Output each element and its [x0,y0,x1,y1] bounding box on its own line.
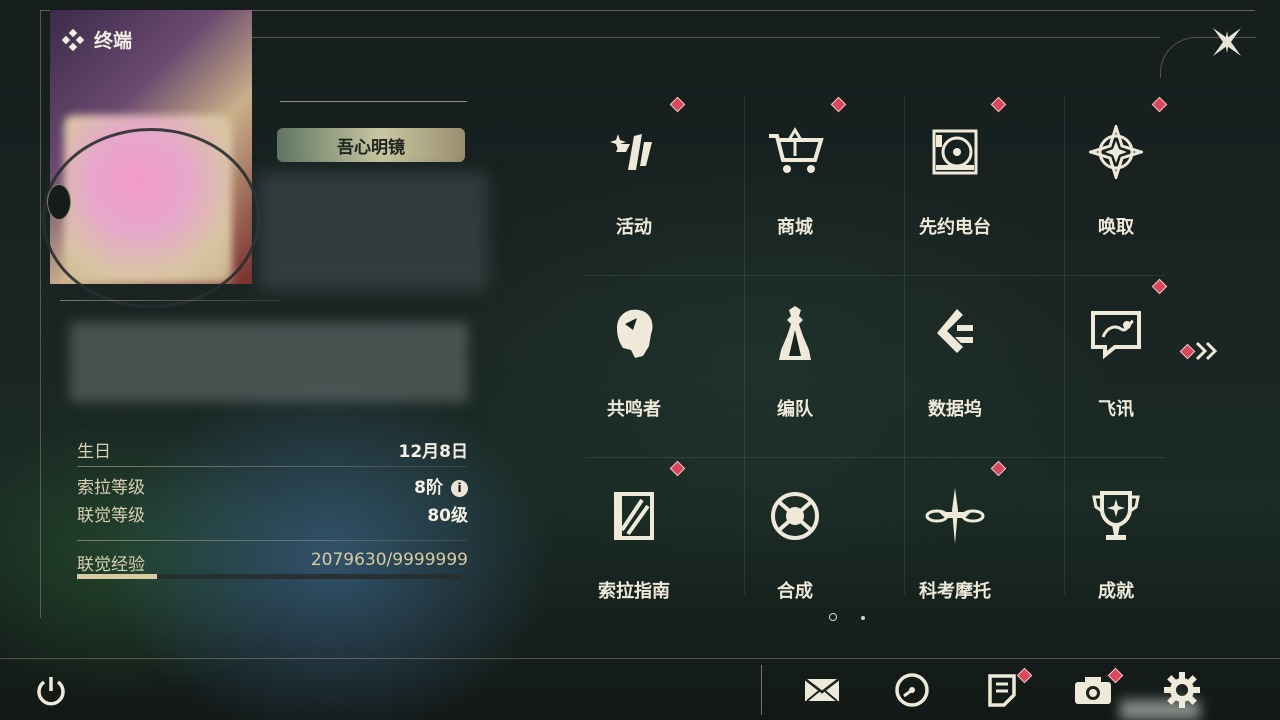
notice-icon [988,674,1016,707]
guidebook-icon [604,486,664,546]
avatar-edit-badge[interactable] [47,184,71,220]
menu-item-event[interactable]: 活动 [554,96,714,280]
sola-level-value: 8阶 [414,478,443,498]
info-icon[interactable]: i [451,479,468,497]
radio-vinyl-icon [925,122,985,182]
redacted-player-name [258,172,488,290]
camera-button[interactable] [1072,667,1124,712]
double-chevron-right-icon [1195,341,1218,361]
page-indicator-active[interactable] [829,613,837,621]
timeline-button[interactable] [891,668,933,712]
menu-item-radio[interactable]: 先约电台 [875,96,1035,280]
mail-icon [804,678,840,702]
camera-icon [1075,677,1111,704]
menu-item-resonators[interactable]: 共鸣者 [554,292,714,462]
bottom-bar-divider [761,665,762,715]
menu-item-label: 商城 [777,217,813,238]
next-page-button[interactable] [1179,340,1222,362]
menu-item-team[interactable]: 编队 [715,292,875,462]
notification-badge [990,96,1007,113]
menu-item-databank[interactable]: 数据坞 [875,292,1035,462]
menu-item-label: 活动 [616,217,652,238]
notification-badge [1179,343,1196,359]
event-icon [604,122,664,182]
power-icon [37,677,65,706]
shop-cart-icon [765,122,825,182]
notification-badge [669,460,686,477]
motorcycle-icon [925,486,985,546]
name-plate[interactable]: 吾心明镜 [277,128,465,162]
redacted-signature [70,322,468,402]
union-exp-value: 2079630/9999999 [310,550,468,570]
notification-badge [990,460,1007,477]
synthesis-icon [765,486,825,546]
convene-star-icon [1086,122,1146,182]
power-button[interactable] [32,672,70,710]
notification-badge [1151,278,1168,295]
menu-item-convene[interactable]: 唤取 [1036,96,1196,280]
notification-badge [830,96,847,113]
clock-icon [895,673,929,707]
info-divider [77,540,467,541]
menu-item-label: 合成 [777,581,813,602]
menu-item-label: 唤取 [1098,217,1134,238]
menu-item-label: 科考摩托 [919,581,991,602]
menu-item-synthesis[interactable]: 合成 [715,474,875,644]
menu-item-guidebook[interactable]: 索拉指南 [554,460,714,644]
menu-item-messages[interactable]: 飞讯 [1036,278,1196,462]
notice-button[interactable] [981,667,1033,712]
diamond-cluster-icon [62,28,84,51]
notification-badge [1151,96,1168,113]
close-star-icon [1213,28,1241,56]
profile-divider [60,300,280,301]
info-divider [77,466,467,467]
notification-badge [669,96,686,113]
union-level-value: 80级 [427,506,468,526]
frame-line-left [40,10,41,618]
birthday-label: 生日 [77,442,111,462]
sola-level-row: 8阶 i [330,473,468,498]
menu-item-achievements[interactable]: 成就 [1036,474,1196,644]
name-plate-divider [280,101,467,102]
menu-item-label: 成就 [1098,581,1134,602]
watermark-blur [1120,700,1200,720]
menu-item-label: 飞讯 [1098,399,1134,420]
notification-badge [1016,667,1033,684]
terminal-title: 终端 [62,26,132,53]
sola-level-label: 索拉等级 [77,478,145,498]
union-level-label: 联觉等级 [77,506,145,526]
name-plate-text: 吾心明镜 [337,137,405,158]
menu-item-motorcycle[interactable]: 科考摩托 [875,460,1035,644]
menu-item-label: 数据坞 [928,399,982,420]
trophy-icon [1086,486,1146,546]
terminal-title-text: 终端 [94,30,133,52]
frame-line-bottom [0,658,1280,659]
mail-button[interactable] [801,668,843,712]
union-exp-label: 联觉经验 [77,555,145,575]
page-indicator[interactable] [861,616,865,620]
avatar-frame [42,128,260,308]
birthday-value: 12月8日 [398,442,469,462]
character-portrait-icon [604,304,664,364]
menu-item-label: 先约电台 [919,217,991,238]
menu-item-shop[interactable]: 商城 [715,96,875,280]
message-bubble-icon [1086,304,1146,364]
union-exp-bar-fill [77,574,157,579]
union-exp-bar [77,574,460,579]
data-bank-icon [925,304,985,364]
menu-item-label: 共鸣者 [607,399,661,420]
menu-item-label: 索拉指南 [598,581,670,602]
frame-line-inner [250,37,1160,38]
menu-item-label: 编队 [777,399,813,420]
chess-team-icon [765,304,825,364]
close-button[interactable] [1205,20,1249,64]
